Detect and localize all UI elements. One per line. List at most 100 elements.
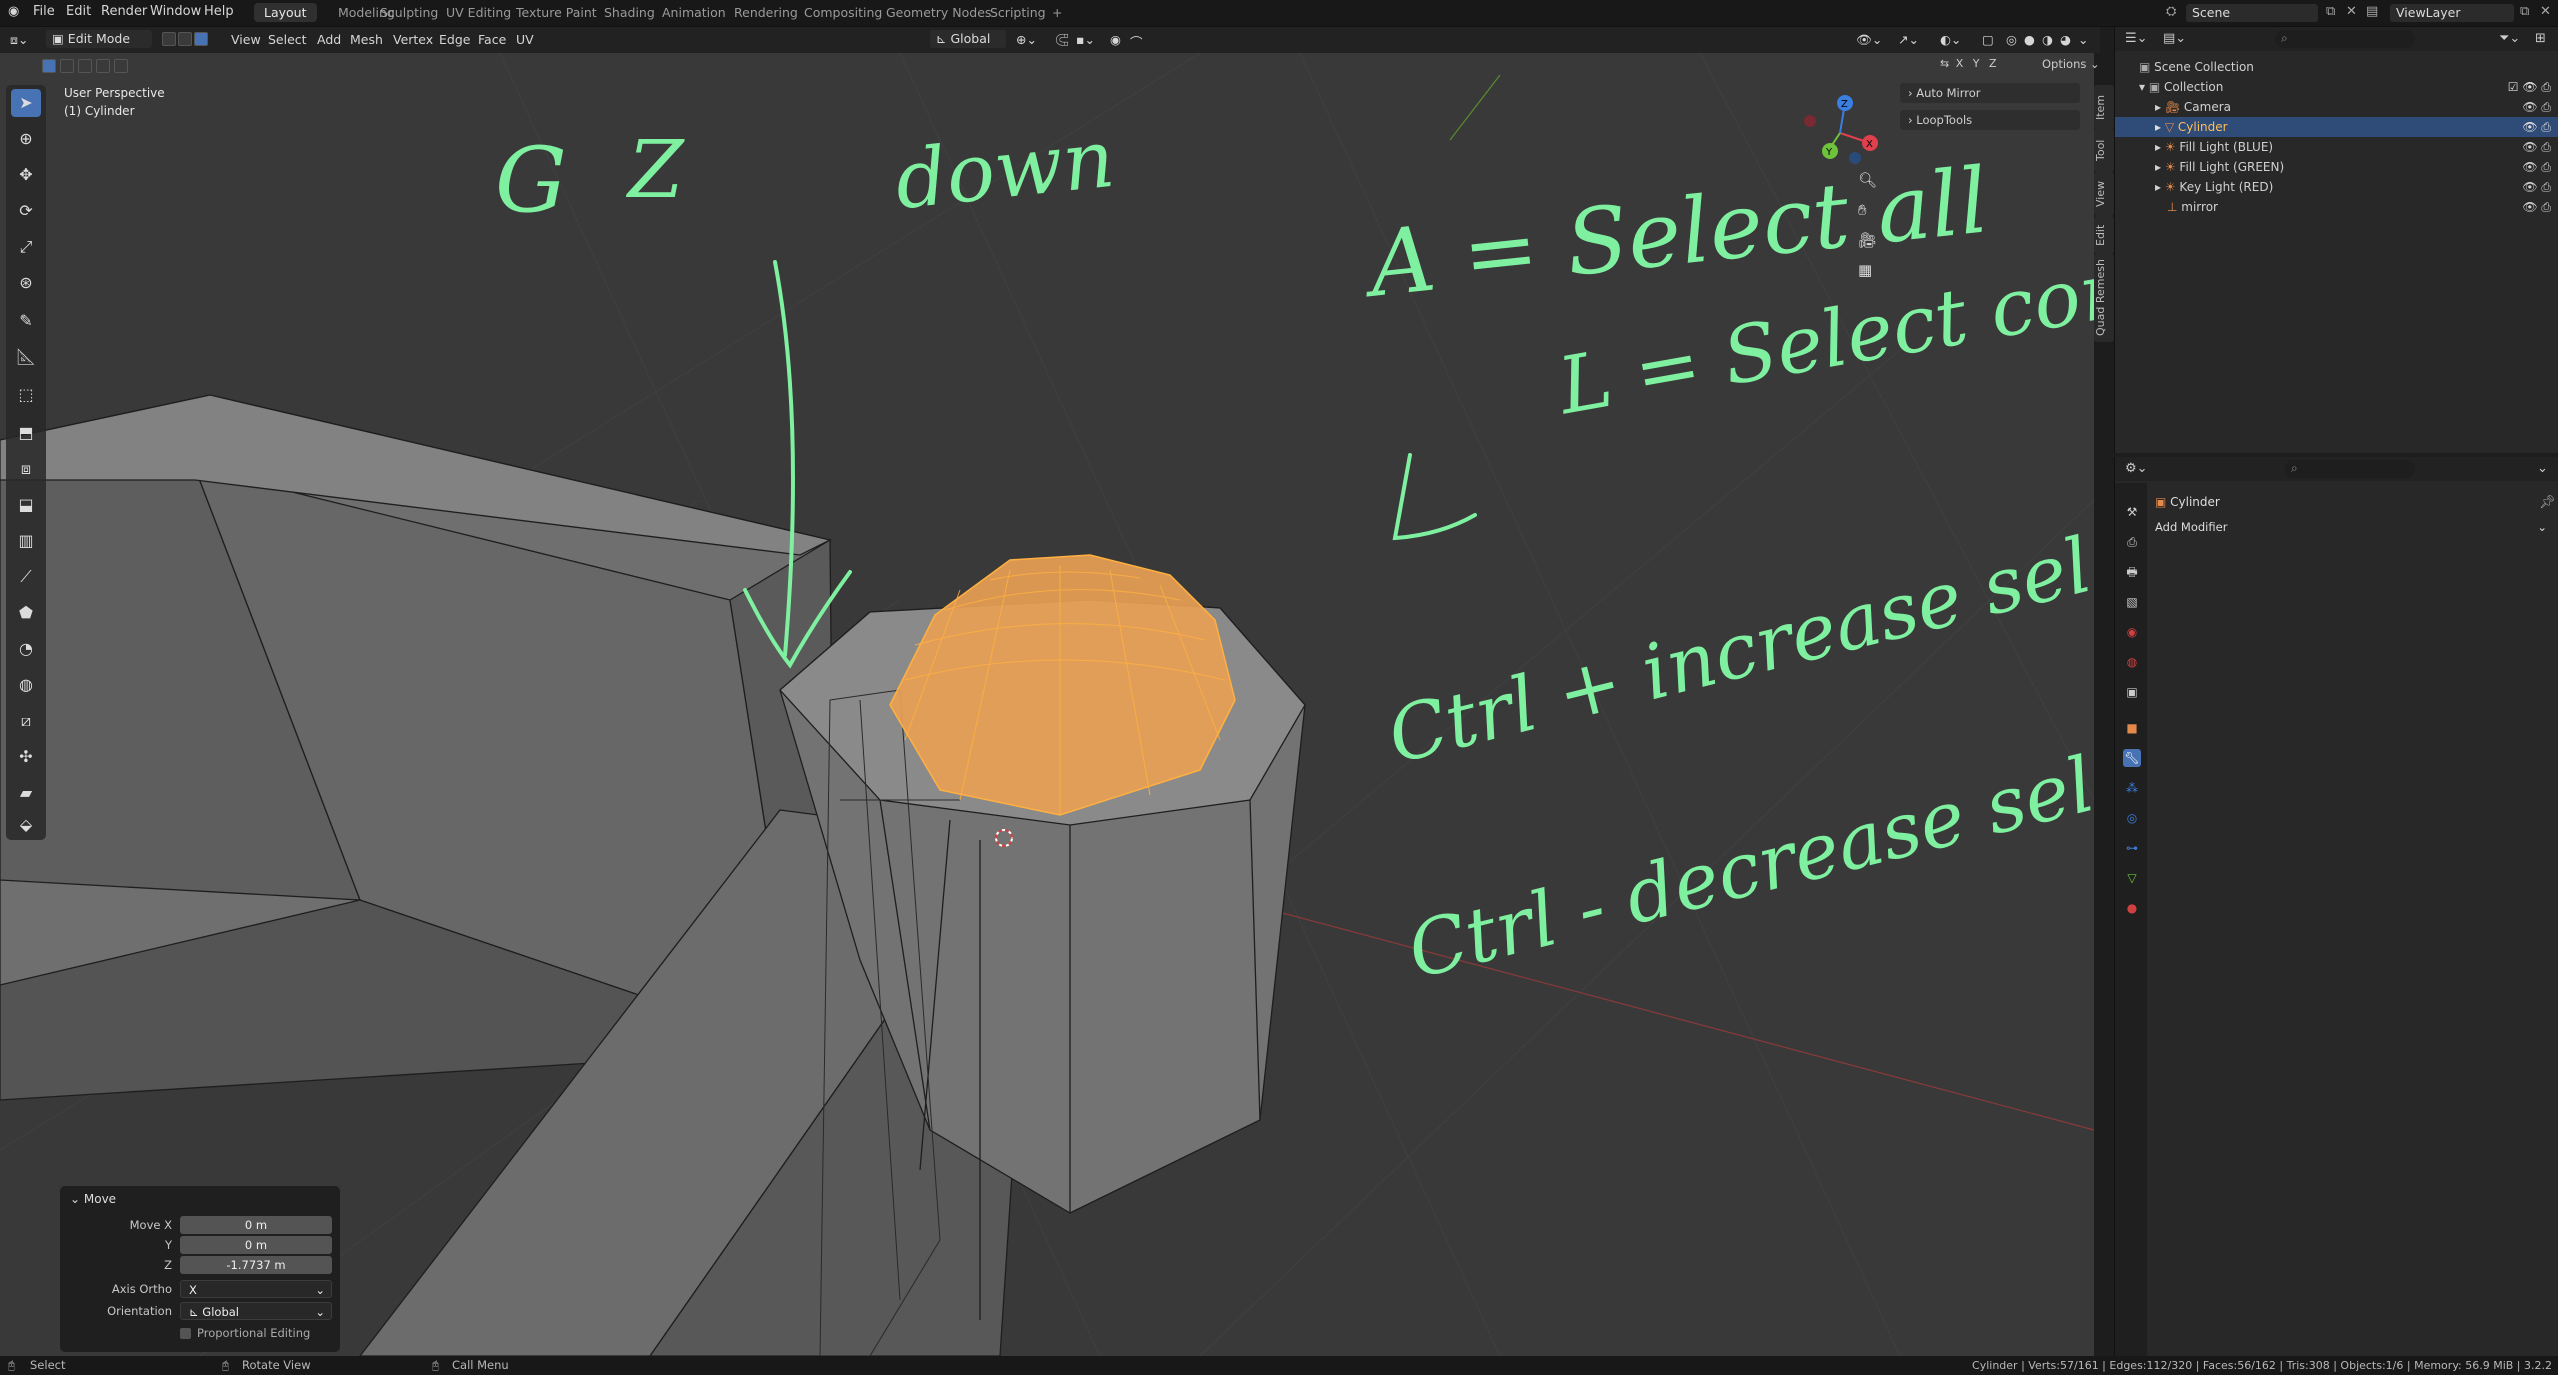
sidebar-tab-quad-remesh[interactable]: Quad Remesh xyxy=(2094,254,2114,342)
annotate-tool-icon[interactable]: ✎ xyxy=(11,307,41,335)
gizmo-toggle-icon[interactable]: ↗⌄ xyxy=(1898,32,1919,47)
add-cube-tool-icon[interactable]: ⬚ xyxy=(11,381,41,409)
visibility-icons[interactable]: 👁︎ ⎙ xyxy=(2522,137,2551,157)
shading-wireframe-icon[interactable]: ◎ xyxy=(2006,32,2017,47)
pivot-icon[interactable]: ⊕⌄ xyxy=(1016,32,1037,47)
outliner-row-scene-collection[interactable]: ▣ Scene Collection xyxy=(2115,57,2558,77)
bevel-tool-icon[interactable]: ⬓ xyxy=(11,491,41,519)
menu-edit[interactable]: Edit xyxy=(66,4,91,19)
falloff-icon[interactable]: ⌒ xyxy=(1130,32,1143,51)
menu-uv[interactable]: UV xyxy=(516,32,534,47)
npanel-looptools[interactable]: › LoopTools xyxy=(1900,110,2080,130)
mirror-x-toggle[interactable]: X xyxy=(1952,57,1967,70)
visibility-icon[interactable]: 👁︎⌄ xyxy=(1856,32,1882,48)
move-y-field[interactable]: 0 m xyxy=(180,1236,332,1254)
rip-tool-icon[interactable]: ⬙ xyxy=(11,811,41,839)
tab-texture-paint[interactable]: Texture Paint xyxy=(506,3,607,22)
menu-add[interactable]: Add xyxy=(317,32,341,47)
outliner-row-key-light-red[interactable]: ▸ ☀ Key Light (RED) 👁︎ ⎙ xyxy=(2115,177,2558,197)
tool-tab-icon[interactable]: ⚒ xyxy=(2123,503,2141,521)
mode-selector[interactable]: ▣ Edit Mode xyxy=(46,30,152,48)
spin-tool-icon[interactable]: ◔ xyxy=(11,635,41,663)
knife-tool-icon[interactable]: ⟋ xyxy=(11,563,41,591)
select-tool-icon[interactable]: ➤ xyxy=(11,89,41,117)
outliner-row-camera[interactable]: ▸ 🎥︎ Camera 👁︎ ⎙ xyxy=(2115,97,2558,117)
face-select-icon[interactable] xyxy=(194,32,208,46)
proportional-checkbox[interactable] xyxy=(180,1328,191,1339)
outliner-row-collection[interactable]: ▾ ▣ Collection ☑ 👁︎ ⎙ xyxy=(2115,77,2558,97)
visibility-icons[interactable]: 👁︎ ⎙ xyxy=(2522,197,2551,217)
orientation-select[interactable]: ⊾ Global ⌄ xyxy=(180,1302,332,1320)
shading-options-icon[interactable]: ⌄ xyxy=(2078,32,2088,47)
vertex-select-icon[interactable] xyxy=(162,32,176,46)
menu-help[interactable]: Help xyxy=(204,4,234,19)
menu-render[interactable]: Render xyxy=(101,4,147,19)
rotate-tool-icon[interactable]: ⟳ xyxy=(11,197,41,225)
select-extend-icon[interactable] xyxy=(60,59,74,73)
properties-search-input[interactable]: ⌕ xyxy=(2285,460,2415,478)
move-tool-icon[interactable]: ✥ xyxy=(11,161,41,189)
poly-build-tool-icon[interactable]: ⬟ xyxy=(11,599,41,627)
visibility-icons[interactable]: 👁︎ ⎙ xyxy=(2522,157,2551,177)
render-tab-icon[interactable]: ⎙ xyxy=(2123,533,2141,551)
material-tab-icon[interactable]: ● xyxy=(2123,899,2141,917)
3d-viewport[interactable]: G Z down A = Select all L = Select conne… xyxy=(0,53,2094,1356)
display-mode-icon[interactable]: ▤⌄ xyxy=(2163,31,2186,46)
sidebar-tab-tool[interactable]: Tool xyxy=(2094,128,2114,172)
shading-solid-icon[interactable]: ● xyxy=(2024,32,2035,47)
properties-editor-icon[interactable]: ⚙⌄ xyxy=(2125,461,2148,476)
mirror-z-toggle[interactable]: Z xyxy=(1986,57,2000,70)
editor-type-icon[interactable]: ⧈⌄ xyxy=(10,32,28,48)
view-layer-tab-icon[interactable]: ▧ xyxy=(2123,593,2141,611)
measure-tool-icon[interactable]: 📐︎ xyxy=(11,343,41,371)
shear-tool-icon[interactable]: ▰ xyxy=(11,779,41,807)
scale-tool-icon[interactable]: ⤢ xyxy=(11,233,41,261)
proportional-edit-icon[interactable]: ◉ xyxy=(1110,32,1121,47)
modifier-tab-icon[interactable]: 🔧︎ xyxy=(2123,749,2141,767)
menu-vertex[interactable]: Vertex xyxy=(393,32,433,47)
outliner-search-input[interactable]: ⌕ xyxy=(2275,30,2415,48)
visibility-icons[interactable]: 👁︎ ⎙ xyxy=(2522,97,2551,117)
options-button[interactable]: Options ⌄ xyxy=(2042,57,2100,71)
menu-edge[interactable]: Edge xyxy=(439,32,470,47)
view-layer-selector[interactable]: ViewLayer xyxy=(2390,4,2514,22)
cursor-tool-icon[interactable]: ⊕ xyxy=(11,125,41,153)
smooth-tool-icon[interactable]: ◍ xyxy=(11,671,41,699)
visibility-icons[interactable]: 👁︎ ⎙ xyxy=(2522,117,2551,137)
physics-tab-icon[interactable]: ◎ xyxy=(2123,809,2141,827)
new-collection-icon[interactable]: ⊞ xyxy=(2535,31,2546,46)
transform-tool-icon[interactable]: ⊛ xyxy=(11,269,41,297)
select-subtract-icon[interactable] xyxy=(78,59,92,73)
scene-tab-icon[interactable]: ◉ xyxy=(2123,623,2141,641)
shading-material-icon[interactable]: ◑ xyxy=(2042,32,2053,47)
ortho-grid-icon[interactable]: ▦ xyxy=(1858,261,1872,279)
filter-icon[interactable]: ⏷⌄ xyxy=(2499,31,2520,46)
move-z-field[interactable]: -1.7737 m xyxy=(180,1256,332,1274)
view-layer-copy-icon[interactable]: ⧉ xyxy=(2520,4,2529,19)
scene-close-icon[interactable]: ✕ xyxy=(2346,4,2357,19)
select-box-icon[interactable] xyxy=(42,59,56,73)
pin-icon[interactable]: 📌︎ xyxy=(2539,495,2556,510)
axis-ortho-select[interactable]: X ⌄ xyxy=(180,1280,332,1298)
properties-options-icon[interactable]: ⌄ xyxy=(2537,461,2548,476)
snap-target-icon[interactable]: ▪⌄ xyxy=(1076,32,1095,47)
menu-face[interactable]: Face xyxy=(478,32,506,47)
xray-icon[interactable]: ▢ xyxy=(1982,32,1994,47)
menu-mesh[interactable]: Mesh xyxy=(350,32,383,47)
shrink-fatten-tool-icon[interactable]: ✣ xyxy=(11,743,41,771)
npanel-auto-mirror[interactable]: › Auto Mirror xyxy=(1900,83,2080,103)
menu-file[interactable]: File xyxy=(33,4,55,19)
outliner-editor-icon[interactable]: ☰⌄ xyxy=(2125,31,2148,46)
extrude-tool-icon[interactable]: ⬒ xyxy=(11,419,41,447)
edge-select-icon[interactable] xyxy=(178,32,192,46)
inset-tool-icon[interactable]: ⧈ xyxy=(11,455,41,483)
scene-selector[interactable]: Scene xyxy=(2186,4,2318,22)
transform-orientation-select[interactable]: ⊾ Global xyxy=(930,30,1006,48)
menu-select[interactable]: Select xyxy=(268,32,307,47)
sidebar-tab-view[interactable]: View xyxy=(2094,172,2114,216)
view-layer-close-icon[interactable]: ✕ xyxy=(2540,4,2551,19)
collection-visibility-icons[interactable]: ☑ 👁︎ ⎙ xyxy=(2508,77,2551,97)
snap-icon[interactable]: 🧲︎ xyxy=(1054,32,1070,48)
output-tab-icon[interactable]: 🖶︎ xyxy=(2123,563,2141,581)
add-modifier-button[interactable]: Add Modifier ⌄ xyxy=(2155,517,2551,537)
